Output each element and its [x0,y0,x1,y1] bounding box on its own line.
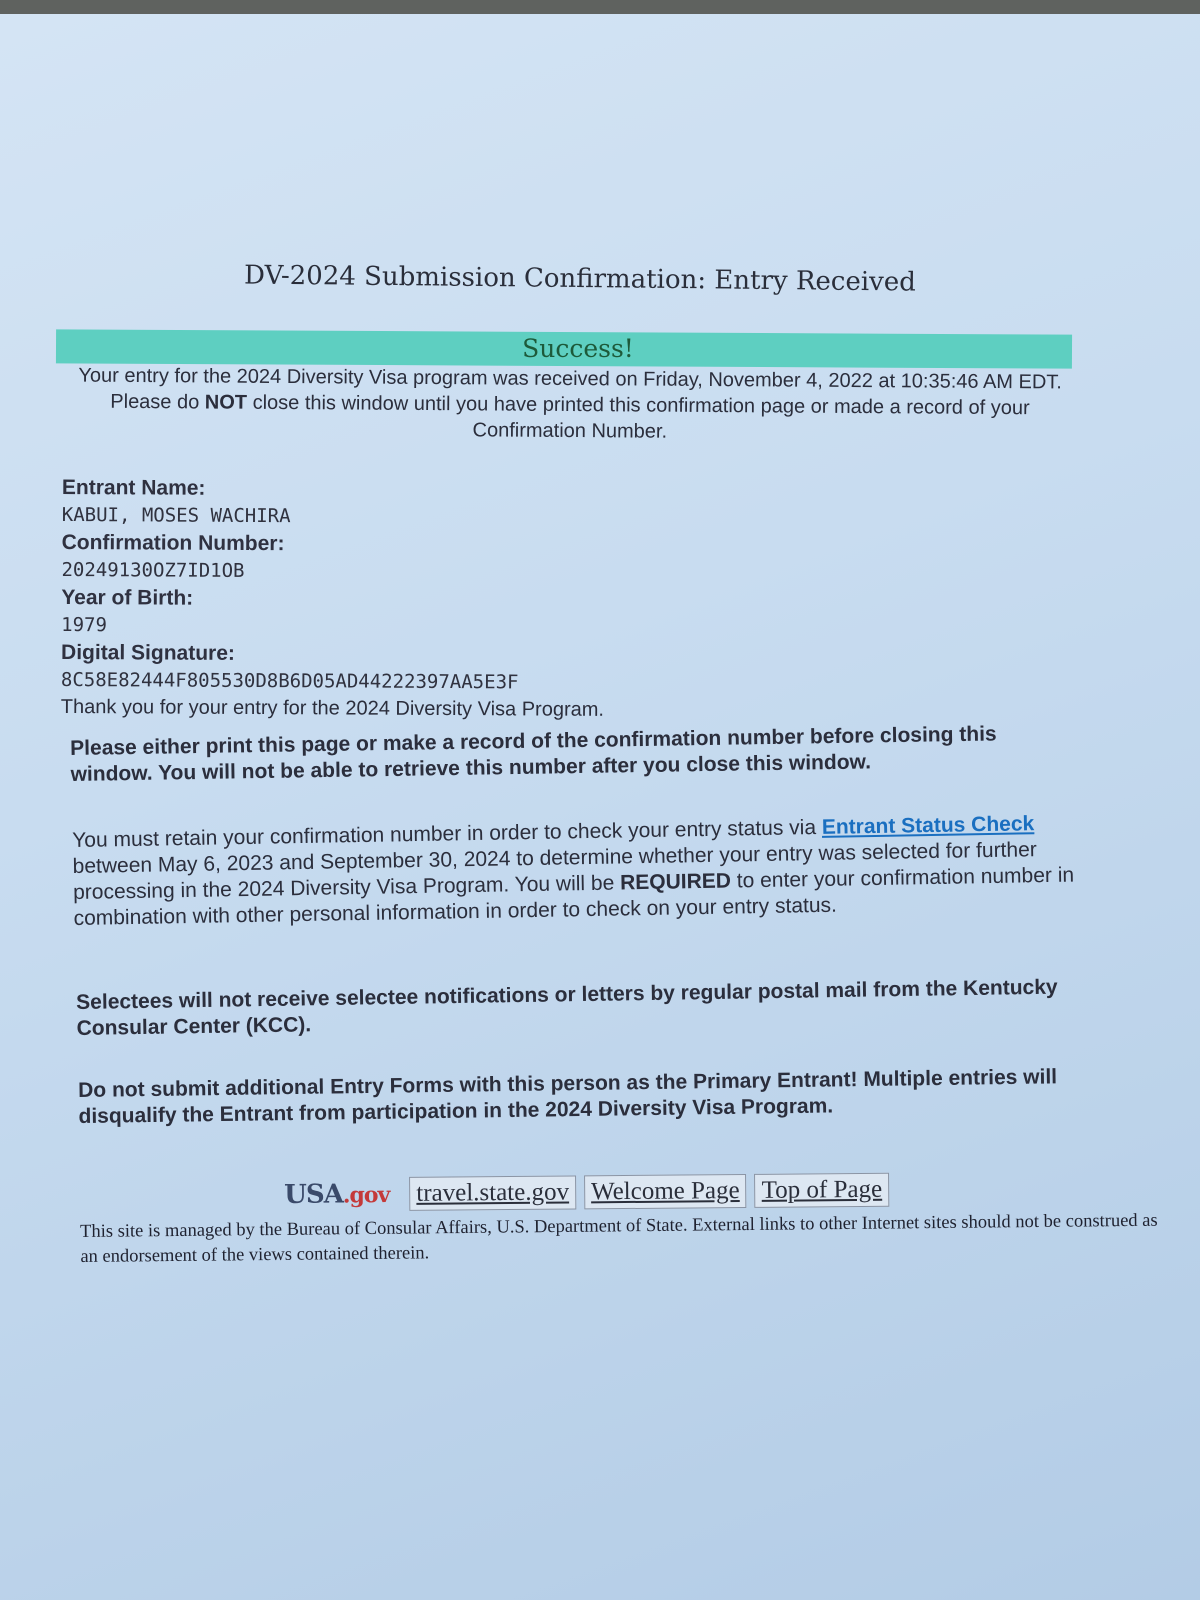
print-notice: Please either print this page or make a … [70,722,997,786]
selectees-notice: Selectees will not receive selectee noti… [76,975,1058,1040]
success-label: Success! [522,334,634,363]
footer-links: USA.gov travel.state.gov Welcome Page To… [284,1167,890,1212]
entrant-details: Entrant Name: KABUI, MOSES WACHIRA Confi… [61,474,962,725]
thank-you-text: Thank you for your entry for the 2024 Di… [60,695,605,721]
status-text-bold: REQUIRED [619,869,732,895]
confirmation-number-value: 20249130OZ7ID1OB [61,558,245,582]
top-of-page-link[interactable]: Top of Page [754,1172,890,1208]
usa-gov-logo-usa: USA [284,1179,343,1210]
usa-gov-logo[interactable]: USA.gov [284,1178,401,1212]
welcome-page-link[interactable]: Welcome Page [583,1173,747,1210]
page-title: DV-2024 Submission Confirmation: Entry R… [243,260,916,298]
multiple-entries-notice: Do not submit additional Entry Forms wit… [78,1065,1058,1128]
intro-text-bold: NOT [204,391,248,414]
intro-text-post: close this window until you have printed… [246,391,1030,443]
travel-state-gov-link[interactable]: travel.state.gov [409,1175,577,1211]
usa-gov-logo-gov: .gov [342,1182,390,1209]
footer-disclaimer: This site is managed by the Bureau of Co… [80,1210,1158,1267]
entrant-status-check-link[interactable]: Entrant Status Check [822,812,1035,839]
printed-page: DV-2024 Submission Confirmation: Entry R… [0,14,1200,1600]
confirmation-intro: Your entry for the 2024 Diversity Visa p… [60,362,1081,447]
status-check-paragraph: You must retain your confirmation number… [72,810,1084,932]
